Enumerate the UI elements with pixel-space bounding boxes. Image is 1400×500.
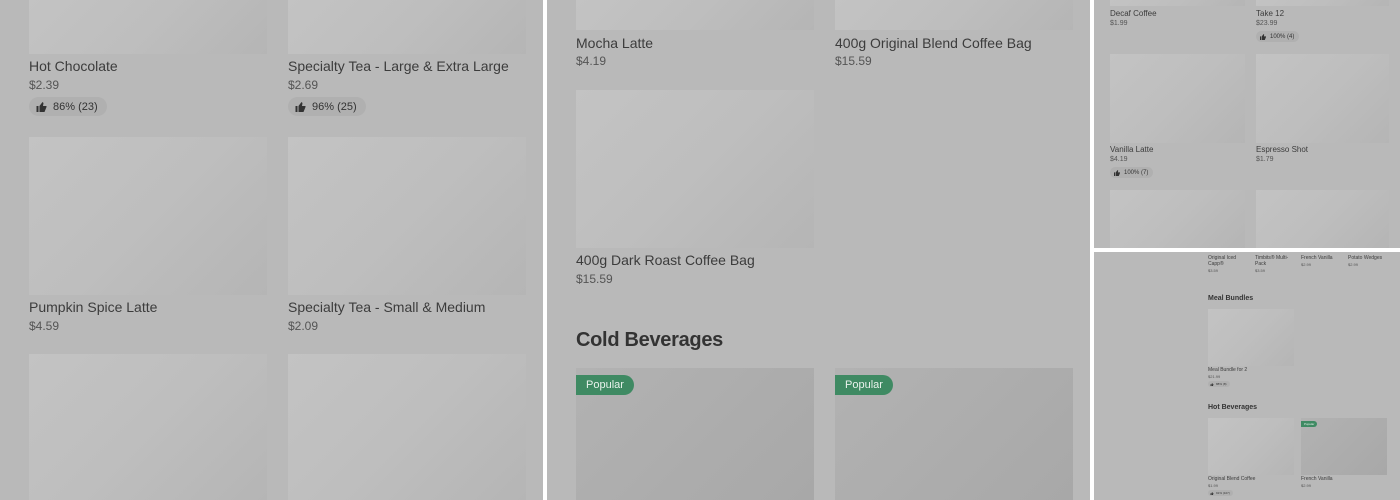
item-price: $4.19 — [576, 54, 607, 68]
thumbs-up-icon — [1210, 491, 1214, 495]
item-name[interactable]: Original Iced Capp® — [1208, 255, 1248, 267]
item-name[interactable]: 400g Dark Roast Coffee Bag — [576, 252, 755, 268]
item-image[interactable] — [29, 0, 267, 54]
rating-badge: 88% (8) — [1208, 381, 1230, 387]
rating-text: 100% (4) — [1270, 33, 1295, 40]
item-price: $2.09 — [288, 319, 319, 333]
item-price: $2.39 — [29, 78, 60, 92]
item-price: $15.59 — [576, 272, 613, 286]
item-image[interactable] — [1110, 190, 1245, 248]
popular-badge: Popular — [1301, 421, 1318, 427]
rating-text: 88% (8) — [1216, 382, 1227, 386]
rating-badge: 91% (107) — [1208, 490, 1233, 496]
item-image[interactable] — [1110, 0, 1245, 6]
thumbs-up-icon — [1114, 169, 1120, 176]
rating-text: 96% (25) — [312, 100, 357, 113]
item-image[interactable] — [835, 0, 1073, 30]
section-heading: Cold Beverages — [576, 329, 723, 351]
thumbs-up-icon — [295, 101, 306, 112]
item-image[interactable] — [29, 354, 267, 500]
item-price: $15.59 — [835, 54, 872, 68]
popular-badge: Popular — [576, 375, 634, 395]
item-image[interactable] — [1208, 309, 1294, 366]
item-price: $2.99 — [1301, 262, 1312, 267]
thumbs-up-icon — [1210, 382, 1214, 386]
item-name[interactable]: Potato Wedges — [1348, 255, 1382, 261]
menu-panel-large: Hot Chocolate $2.39 86% (23) Specialty T… — [0, 0, 543, 500]
item-image[interactable] — [1208, 418, 1294, 475]
item-image[interactable] — [576, 90, 814, 248]
item-name[interactable]: Specialty Tea - Large & Extra Large — [288, 58, 509, 74]
item-price: $2.99 — [1348, 262, 1359, 267]
item-image[interactable] — [1110, 54, 1245, 143]
item-image[interactable] — [1256, 190, 1389, 248]
item-name[interactable]: Espresso Shot — [1256, 145, 1308, 154]
item-price: $3.59 — [1208, 268, 1219, 273]
item-image[interactable] — [288, 354, 526, 500]
item-image[interactable] — [29, 137, 267, 295]
rating-badge: 96% (25) — [288, 97, 366, 116]
rating-badge: 100% (4) — [1256, 31, 1300, 42]
item-name[interactable]: Meal Bundle for 2 — [1208, 367, 1247, 373]
rating-text: 86% (23) — [53, 100, 98, 113]
item-image[interactable] — [1256, 54, 1389, 143]
item-name[interactable]: Mocha Latte — [576, 35, 653, 51]
thumbs-up-icon — [36, 101, 47, 112]
menu-panel-tiny: Original Iced Capp® $3.59 Timbits® Multi… — [1094, 252, 1400, 500]
section-heading: Meal Bundles — [1208, 295, 1254, 302]
item-name[interactable]: Original Blend Coffee — [1208, 476, 1255, 482]
item-name[interactable]: Pumpkin Spice Latte — [29, 299, 157, 315]
item-name[interactable]: 400g Original Blend Coffee Bag — [835, 35, 1032, 51]
item-price: $4.19 — [1110, 156, 1128, 163]
item-image[interactable] — [1256, 0, 1389, 6]
section-heading: Hot Beverages — [1208, 404, 1258, 411]
item-image[interactable] — [576, 0, 814, 30]
item-name[interactable]: Take 12 — [1256, 9, 1284, 18]
item-price: $23.99 — [1256, 20, 1278, 27]
item-image[interactable] — [288, 137, 526, 295]
item-price: $1.79 — [1256, 156, 1274, 163]
item-price: $2.99 — [1301, 483, 1312, 488]
rating-badge: 100% (7) — [1110, 167, 1154, 178]
rating-text: 100% (7) — [1124, 169, 1149, 176]
item-price: $1.99 — [1208, 483, 1219, 488]
item-name[interactable]: French Vanilla — [1301, 255, 1333, 261]
item-name[interactable]: Vanilla Latte — [1110, 145, 1153, 154]
item-name[interactable]: Specialty Tea - Small & Medium — [288, 299, 485, 315]
item-price: $2.69 — [288, 78, 319, 92]
item-name[interactable]: Hot Chocolate — [29, 58, 118, 74]
menu-panel-medium: Mocha Latte $4.19 400g Original Blend Co… — [547, 0, 1090, 500]
menu-panel-small: Decaf Coffee $1.99 Take 12 $23.99 100% (… — [1094, 0, 1400, 248]
popular-badge: Popular — [835, 375, 893, 395]
item-price: $21.99 — [1208, 374, 1221, 379]
item-price: $1.99 — [1110, 20, 1128, 27]
item-name[interactable]: Timbits® Multi-Pack — [1255, 255, 1295, 267]
item-image[interactable] — [288, 0, 526, 54]
item-name[interactable]: Decaf Coffee — [1110, 9, 1157, 18]
rating-text: 91% (107) — [1216, 491, 1230, 495]
item-price: $4.59 — [29, 319, 60, 333]
rating-badge: 86% (23) — [29, 97, 107, 116]
item-name[interactable]: French Vanilla — [1301, 476, 1333, 482]
thumbs-up-icon — [1260, 33, 1266, 40]
item-price: $3.59 — [1255, 268, 1266, 273]
